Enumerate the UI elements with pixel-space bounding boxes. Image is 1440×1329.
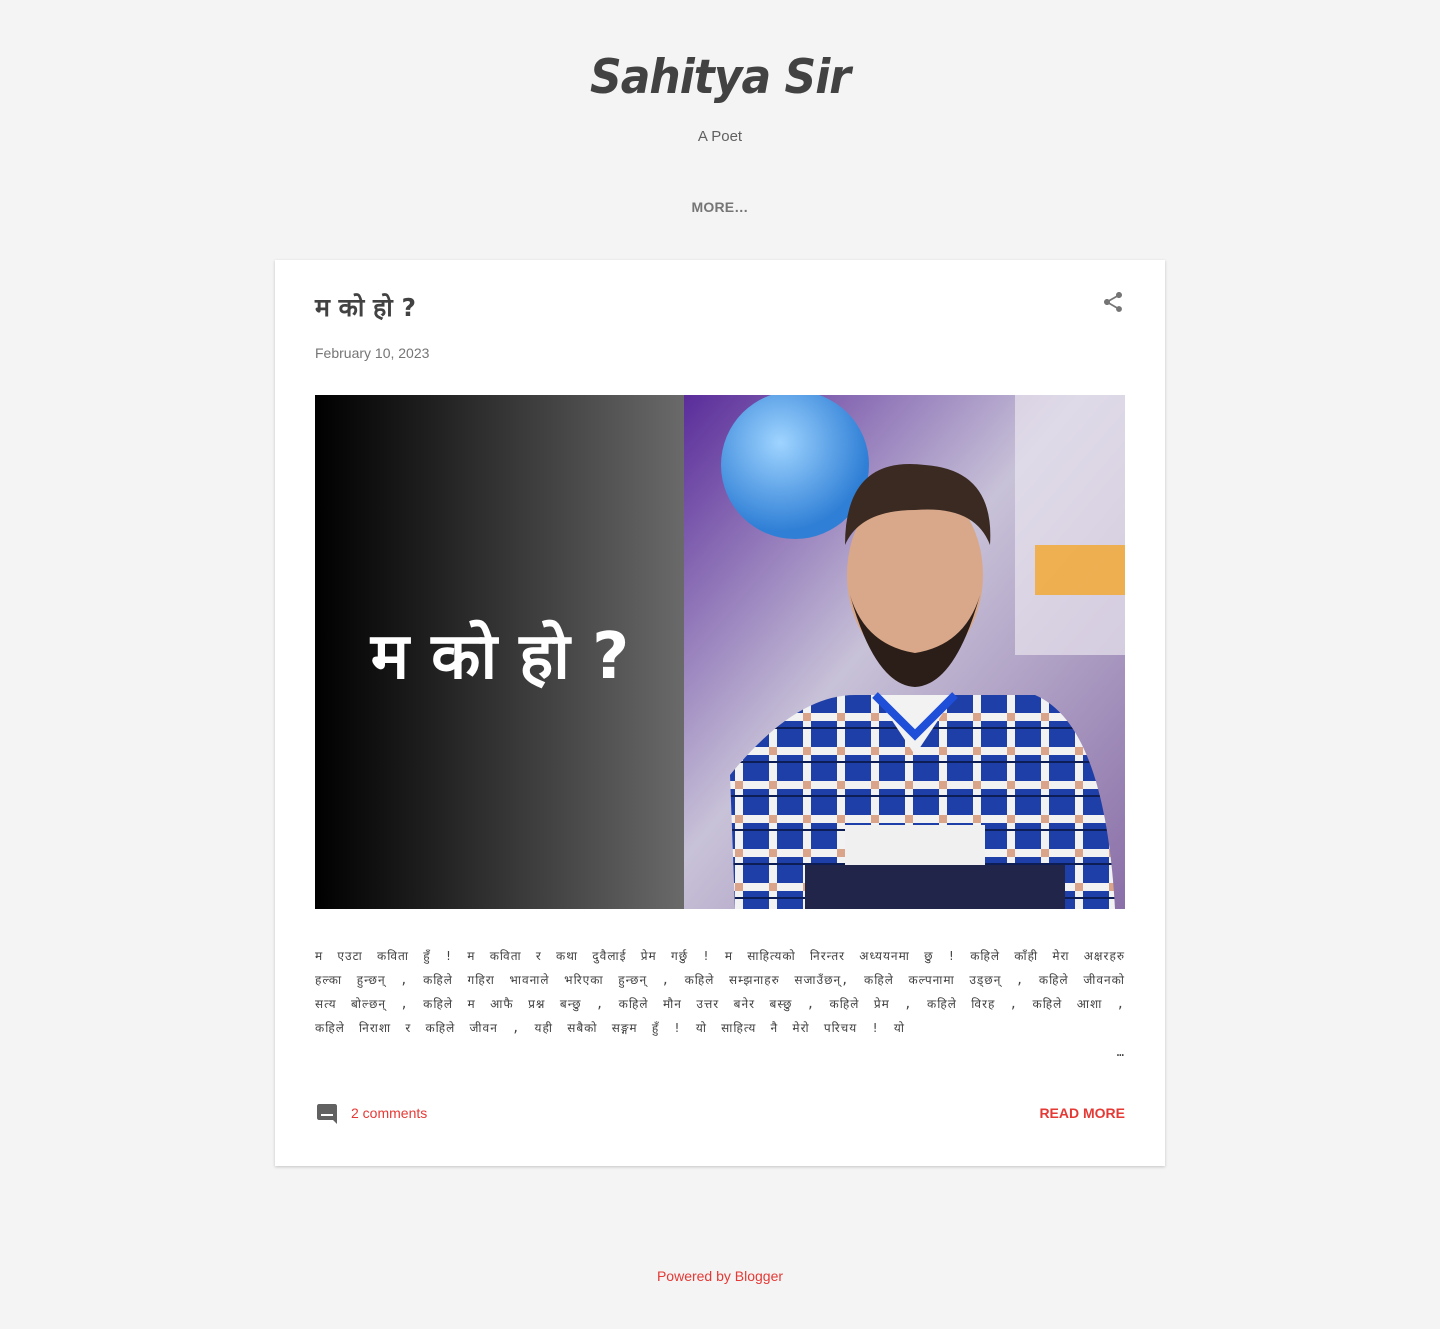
- post-snippet-text: म एउटा कविता हुँ ! म कविता र कथा दुवैलाई…: [315, 949, 1125, 1035]
- powered-by-link[interactable]: Powered by Blogger: [0, 1268, 1440, 1284]
- comment-icon[interactable]: [315, 1102, 339, 1126]
- post-snippet: म एउटा कविता हुँ ! म कविता र कथा दुवैलाई…: [315, 944, 1125, 1064]
- post-title[interactable]: म को हो ?: [315, 290, 416, 324]
- more-menu-button[interactable]: MORE…: [0, 199, 1440, 215]
- read-more-link[interactable]: READ MORE: [1039, 1105, 1125, 1121]
- post-card: म को हो ? February 10, 2023 म को हो ? म …: [275, 260, 1165, 1166]
- post-image-graphic: म को हो ?: [315, 395, 1125, 909]
- blog-title[interactable]: Sahitya Sir: [0, 50, 1440, 105]
- post-image[interactable]: म को हो ?: [315, 395, 1125, 909]
- share-icon[interactable]: [1101, 290, 1125, 314]
- post-date: February 10, 2023: [315, 345, 430, 361]
- snippet-ellipsis: …: [1110, 1040, 1125, 1064]
- image-caption: म को हो ?: [370, 619, 630, 694]
- comments-link[interactable]: 2 comments: [351, 1105, 427, 1121]
- blog-subtitle: A Poet: [697, 128, 743, 145]
